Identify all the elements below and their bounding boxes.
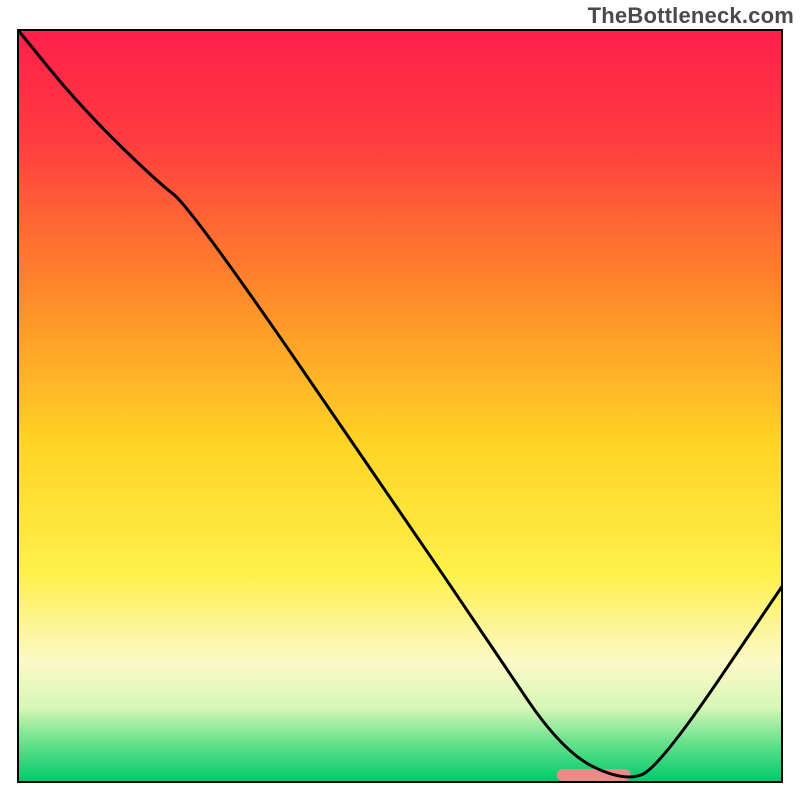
bottleneck-chart [0,0,800,800]
gradient-background [18,30,782,782]
chart-frame: TheBottleneck.com [0,0,800,800]
watermark-text: TheBottleneck.com [588,3,794,29]
